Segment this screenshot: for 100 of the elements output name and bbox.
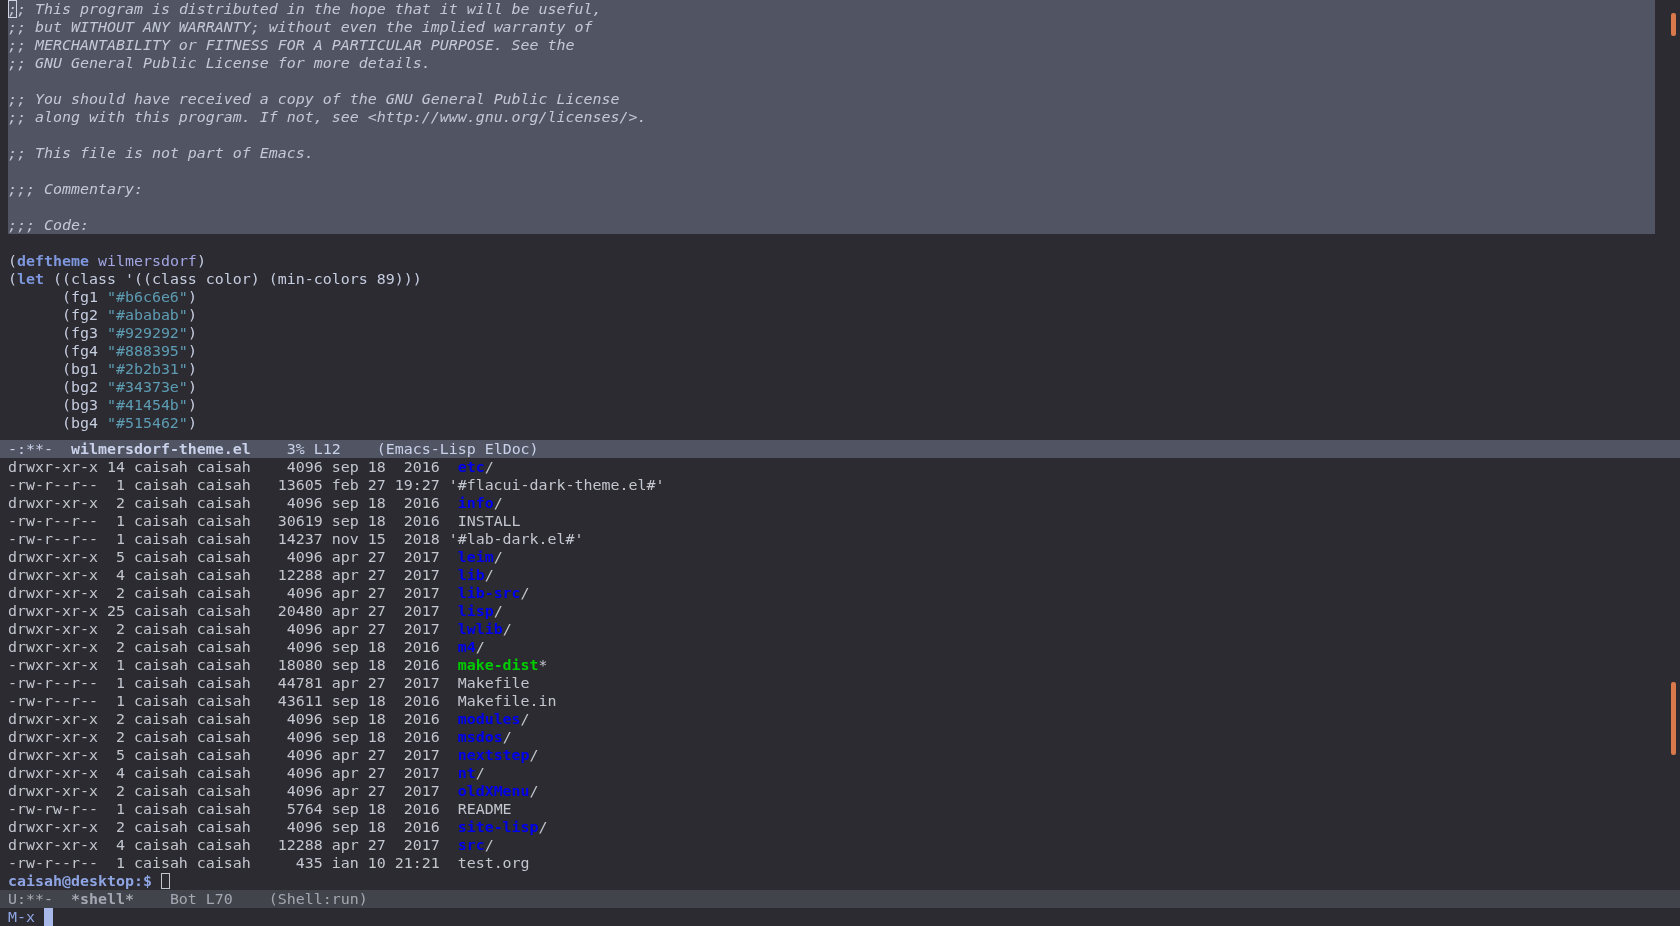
file-name: test.org	[457, 854, 530, 872]
buffer-position: Bot L70	[169, 890, 233, 908]
directory-name: nextstep	[457, 746, 530, 764]
code-comment: ;; You should have received a copy of the GNU General Public License	[8, 90, 620, 108]
text-cursor	[160, 873, 170, 889]
directory-name: lwlib	[457, 620, 503, 638]
directory-name: oldXMenu	[457, 782, 530, 800]
directory-name: etc	[457, 458, 485, 476]
code-comment: ;; along with this program. If not, see <http://www.gnu.org/licenses/>.	[8, 108, 647, 126]
code-comment: ;;; Commentary:	[8, 180, 143, 198]
file-details: drwxr-xr-x 5 caisah caisah 4096 apr 27 2017	[8, 548, 440, 566]
string-literal: "#2b2b31"	[106, 360, 188, 378]
string-literal: "#34373e"	[106, 378, 188, 396]
file-details: drwxr-xr-x 2 caisah caisah 4096 sep 18 2016	[8, 638, 440, 656]
type-suffix: /	[493, 494, 503, 512]
directory-name: leim	[457, 548, 494, 566]
code-text: )	[187, 378, 197, 396]
type-suffix: /	[493, 602, 503, 620]
type-suffix: /	[475, 764, 485, 782]
file-name: '#flacui-dark-theme.el#'	[448, 476, 665, 494]
code-text: (bg2	[61, 378, 99, 396]
buffer-name: *shell*	[70, 890, 134, 908]
code-text: (fg4	[61, 342, 99, 360]
type-suffix: /	[529, 782, 539, 800]
file-details: drwxr-xr-x 2 caisah caisah 4096 sep 18 2016	[8, 728, 440, 746]
minibuffer-prompt: M-x	[8, 908, 35, 926]
lisp-keyword: deftheme	[17, 252, 89, 270]
code-text: )	[187, 396, 197, 414]
code-comment: ; This program is distributed in the hope that it will be useful,	[17, 0, 602, 18]
type-suffix: /	[520, 584, 530, 602]
type-suffix: /	[502, 620, 512, 638]
type-suffix: /	[520, 710, 530, 728]
code-comment: ;	[8, 0, 17, 18]
major-mode: (Emacs-Lisp ElDoc)	[376, 440, 539, 458]
executable-name: make-dist	[457, 656, 539, 674]
file-name: INSTALL	[457, 512, 521, 530]
type-suffix: /	[484, 566, 494, 584]
code-text: (fg1	[61, 288, 99, 306]
file-details: drwxr-xr-x 4 caisah caisah 12288 apr 27 2017	[8, 566, 440, 584]
file-details: -rw-rw-r-- 1 caisah caisah 5764 sep 18 2016	[8, 800, 440, 818]
directory-name: m4	[457, 638, 476, 656]
file-details: drwxr-xr-x 14 caisah caisah 4096 sep 18 2016	[8, 458, 440, 476]
code-text: )	[187, 306, 197, 324]
file-details: drwxr-xr-x 4 caisah caisah 12288 apr 27 2017	[8, 836, 440, 854]
directory-name: src	[457, 836, 485, 854]
scrollbar-thumb[interactable]	[1671, 682, 1676, 755]
code-text: )	[196, 252, 206, 270]
type-suffix: /	[484, 458, 494, 476]
file-details: -rw-r--r-- 1 caisah caisah 30619 sep 18 2016	[8, 512, 440, 530]
file-details: drwxr-xr-x 2 caisah caisah 4096 apr 27 2017	[8, 584, 440, 602]
directory-name: msdos	[457, 728, 503, 746]
type-suffix: /	[502, 728, 512, 746]
type-suffix: /	[538, 818, 548, 836]
code-text: )	[187, 414, 197, 432]
type-suffix: /	[484, 836, 494, 854]
file-details: drwxr-xr-x 2 caisah caisah 4096 apr 27 2017	[8, 782, 440, 800]
file-name: README	[457, 800, 512, 818]
file-name: '#lab-dark.el#'	[448, 530, 584, 548]
code-text: ((class '((class color) (min-colors 89)))	[51, 270, 422, 288]
file-details: drwxr-xr-x 2 caisah caisah 4096 sep 18 2016	[8, 818, 440, 836]
directory-name: lib-src	[457, 584, 521, 602]
file-details: -rw-r--r-- 1 caisah caisah 435 ian 10 21:21	[8, 854, 440, 872]
file-details: -rwxr-xr-x 1 caisah caisah 18080 sep 18 2016	[8, 656, 440, 674]
code-text: )	[187, 288, 197, 306]
code-comment: ;;; Code:	[8, 216, 89, 234]
buffer-state: -:**-	[8, 440, 53, 458]
code-text: (bg1	[61, 360, 99, 378]
file-details: -rw-r--r-- 1 caisah caisah 43611 sep 18 2016	[8, 692, 440, 710]
file-details: drwxr-xr-x 4 caisah caisah 4096 apr 27 2017	[8, 764, 440, 782]
file-details: -rw-r--r-- 1 caisah caisah 13605 feb 27 19:27	[8, 476, 440, 494]
theme-name: wilmersdorf	[97, 252, 197, 270]
code-text: (bg4	[61, 414, 99, 432]
file-details: drwxr-xr-x 25 caisah caisah 20480 apr 27 2017	[8, 602, 440, 620]
string-literal: "#41454b"	[106, 396, 188, 414]
directory-name: nt	[457, 764, 476, 782]
file-details: drwxr-xr-x 2 caisah caisah 4096 sep 18 2016	[8, 494, 440, 512]
scrollbar-thumb[interactable]	[1671, 13, 1676, 36]
code-comment: ;; MERCHANTABILITY or FITNESS FOR A PARTICULAR PURPOSE. See the	[8, 36, 575, 54]
code-text: (bg3	[61, 396, 99, 414]
code-text: (fg2	[61, 306, 99, 324]
type-suffix: /	[493, 548, 503, 566]
code-text: )	[187, 342, 197, 360]
shell-prompt: caisah@desktop:$	[8, 872, 152, 890]
buffer-name: wilmersdorf-theme.el	[70, 440, 251, 458]
file-details: -rw-r--r-- 1 caisah caisah 44781 apr 27 2017	[8, 674, 440, 692]
directory-name: lisp	[457, 602, 494, 620]
file-name: Makefile.in	[457, 692, 557, 710]
string-literal: "#929292"	[106, 324, 188, 342]
type-suffix: *	[538, 656, 548, 674]
buffer-position: 3% L12	[286, 440, 341, 458]
type-suffix: /	[529, 746, 539, 764]
string-literal: "#515462"	[106, 414, 188, 432]
string-literal: "#b6c6e6"	[106, 288, 188, 306]
code-comment: ;; but WITHOUT ANY WARRANTY; without even the implied warranty of	[8, 18, 593, 36]
directory-name: modules	[457, 710, 521, 728]
file-details: drwxr-xr-x 5 caisah caisah 4096 apr 27 2017	[8, 746, 440, 764]
file-details: -rw-r--r-- 1 caisah caisah 14237 nov 15 2018	[8, 530, 440, 548]
code-comment: ;; This file is not part of Emacs.	[8, 144, 314, 162]
text-cursor	[43, 908, 53, 926]
directory-name: info	[457, 494, 494, 512]
